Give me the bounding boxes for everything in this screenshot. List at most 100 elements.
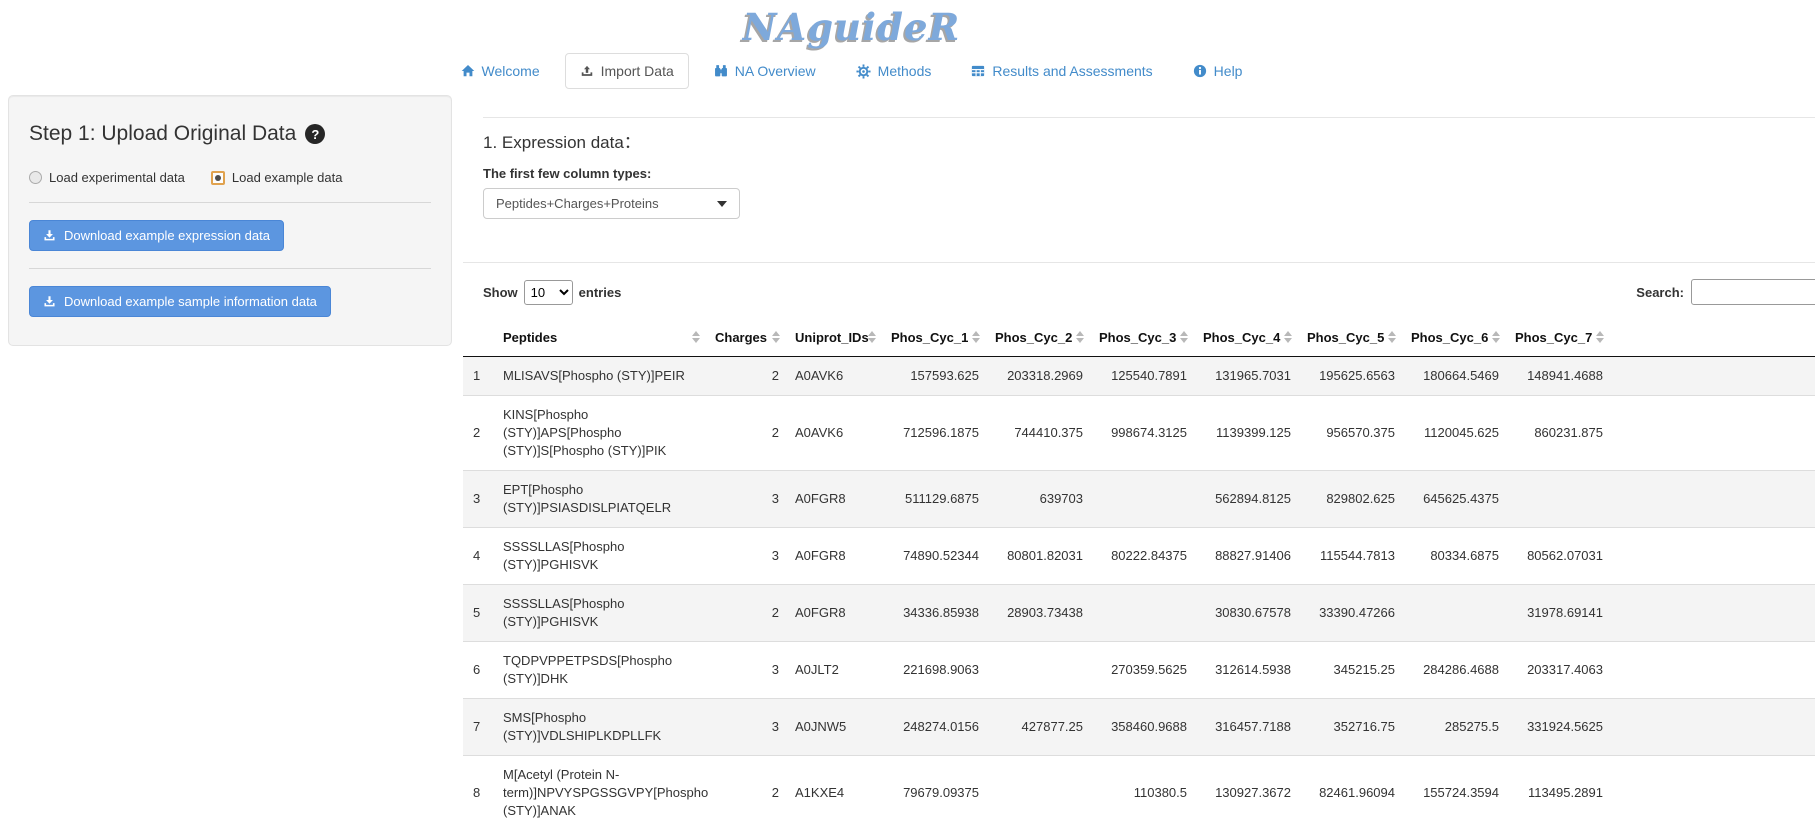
table-cell: 2 <box>707 585 787 642</box>
table-cell: 829802.625 <box>1299 471 1403 528</box>
column-header-label: Phos_Cyc_3 <box>1099 330 1176 345</box>
table-cell: 180664.5469 <box>1403 357 1507 396</box>
table-cell: 744410.375 <box>987 396 1091 471</box>
table-cell: KINS[Phospho (STY)]APS[Phospho (STY)]S[P… <box>495 396 707 471</box>
filler-header <box>1611 319 1815 357</box>
table-cell: 155724.3594 <box>1403 756 1507 826</box>
table-cell <box>987 642 1091 699</box>
sort-icon <box>972 331 980 343</box>
sort-icon <box>868 331 876 343</box>
data-source-radio-group: Load experimental data Load example data <box>29 170 431 185</box>
column-header-phos_cyc_5[interactable]: Phos_Cyc_5 <box>1299 319 1403 357</box>
sort-icon <box>1388 331 1396 343</box>
column-header-phos_cyc_7[interactable]: Phos_Cyc_7 <box>1507 319 1611 357</box>
column-header-charges[interactable]: Charges <box>707 319 787 357</box>
radio-unselected-icon[interactable] <box>29 171 42 184</box>
expression-data-table: PeptidesChargesUniprot_IDs Phos_Cyc_1 Phos… <box>463 319 1815 826</box>
table-cell: 221698.9063 <box>883 642 987 699</box>
table-cell: 130927.3672 <box>1195 756 1299 826</box>
table-cell: 88827.91406 <box>1195 528 1299 585</box>
tab-methods[interactable]: Methods <box>841 53 947 89</box>
radio-load-experimental-data[interactable]: Load experimental data <box>29 170 185 185</box>
table-cell: 2 <box>707 357 787 396</box>
column-header-uniprot_ids[interactable]: Uniprot_IDs <box>787 319 883 357</box>
page-length-select[interactable]: 10 <box>524 280 573 305</box>
table-cell <box>1091 585 1195 642</box>
table-cell: 427877.25 <box>987 699 1091 756</box>
table-cell: 80334.6875 <box>1403 528 1507 585</box>
row-number-header <box>463 319 495 357</box>
table-cell <box>987 756 1091 826</box>
tab-label: Help <box>1214 63 1243 79</box>
sort-icon <box>692 331 700 343</box>
table-cell: 79679.09375 <box>883 756 987 826</box>
table-cell: 113495.2891 <box>1507 756 1611 826</box>
table-cell <box>1403 585 1507 642</box>
table-cell: 125540.7891 <box>1091 357 1195 396</box>
table-cell: 352716.75 <box>1299 699 1403 756</box>
row-number-cell: 5 <box>463 585 495 642</box>
row-number-cell: 3 <box>463 471 495 528</box>
table-cell: 110380.5 <box>1091 756 1195 826</box>
tab-label: Results and Assessments <box>992 63 1152 79</box>
filler-cell <box>1611 756 1815 826</box>
column-header-phos_cyc_3[interactable]: Phos_Cyc_3 <box>1091 319 1195 357</box>
tab-label: Methods <box>878 63 932 79</box>
chevron-down-icon <box>717 201 727 207</box>
radio-label: Load example data <box>232 170 343 185</box>
gears-icon <box>856 64 871 79</box>
expression-data-heading: 1. Expression data： <box>483 128 1815 153</box>
table-cell <box>1507 471 1611 528</box>
column-types-select[interactable]: Peptides+Charges+Proteins <box>483 188 740 219</box>
table-cell: 115544.7813 <box>1299 528 1403 585</box>
download-icon <box>43 229 56 242</box>
table-cell: 131965.7031 <box>1195 357 1299 396</box>
tab-welcome[interactable]: Welcome <box>446 53 555 89</box>
table-cell: A0JNW5 <box>787 699 883 756</box>
table-cell: 956570.375 <box>1299 396 1403 471</box>
table-icon <box>971 64 985 78</box>
search-input[interactable] <box>1691 279 1815 305</box>
table-cell: 80222.84375 <box>1091 528 1195 585</box>
row-number-cell: 4 <box>463 528 495 585</box>
radio-selected-icon[interactable] <box>211 171 225 185</box>
tab-label: NA Overview <box>735 63 816 79</box>
sort-icon <box>1284 331 1292 343</box>
show-label: Show <box>483 285 518 300</box>
tab-na-overview[interactable]: NA Overview <box>699 53 831 89</box>
column-header-label: Phos_Cyc_6 <box>1411 330 1488 345</box>
sort-icon <box>1492 331 1500 343</box>
row-number-cell: 6 <box>463 642 495 699</box>
download-icon <box>43 295 56 308</box>
table-row: 7SMS[Phospho (STY)]VDLSHIPLKDPLLFK3A0JNW… <box>463 699 1815 756</box>
download-example-sample-information-data-button[interactable]: Download example sample information data <box>29 286 331 317</box>
tab-results-assessments[interactable]: Results and Assessments <box>956 53 1167 89</box>
column-header-phos_cyc_4[interactable]: Phos_Cyc_4 <box>1195 319 1299 357</box>
column-header-peptides[interactable]: Peptides <box>495 319 707 357</box>
table-cell: A0FGR8 <box>787 585 883 642</box>
row-number-cell: 7 <box>463 699 495 756</box>
divider <box>463 262 1815 263</box>
tab-import-data[interactable]: Import Data <box>565 53 689 89</box>
column-header-phos_cyc_1[interactable]: Phos_Cyc_1 <box>883 319 987 357</box>
import-data-content: 1. Expression data： The first few column… <box>463 95 1815 826</box>
table-cell: 203317.4063 <box>1507 642 1611 699</box>
divider <box>29 268 431 269</box>
column-header-phos_cyc_6[interactable]: Phos_Cyc_6 <box>1403 319 1507 357</box>
table-cell: 74890.52344 <box>883 528 987 585</box>
selected-option: Peptides+Charges+Proteins <box>496 196 659 211</box>
button-label: Download example sample information data <box>64 294 317 309</box>
column-header-phos_cyc_2[interactable]: Phos_Cyc_2 <box>987 319 1091 357</box>
radio-load-example-data[interactable]: Load example data <box>211 170 343 185</box>
table-row: 4SSSSLLAS[Phospho (STY)]PGHISVK3A0FGR874… <box>463 528 1815 585</box>
table-cell: SMS[Phospho (STY)]VDLSHIPLKDPLLFK <box>495 699 707 756</box>
column-header-label: Phos_Cyc_4 <box>1203 330 1280 345</box>
table-cell: 148941.4688 <box>1507 357 1611 396</box>
question-circle-icon[interactable]: ? <box>305 124 325 144</box>
radio-label: Load experimental data <box>49 170 185 185</box>
row-number-cell: 1 <box>463 357 495 396</box>
tab-help[interactable]: Help <box>1178 53 1258 89</box>
download-example-expression-data-button[interactable]: Download example expression data <box>29 220 284 251</box>
column-header-label: Phos_Cyc_1 <box>891 330 968 345</box>
table-cell: 860231.875 <box>1507 396 1611 471</box>
